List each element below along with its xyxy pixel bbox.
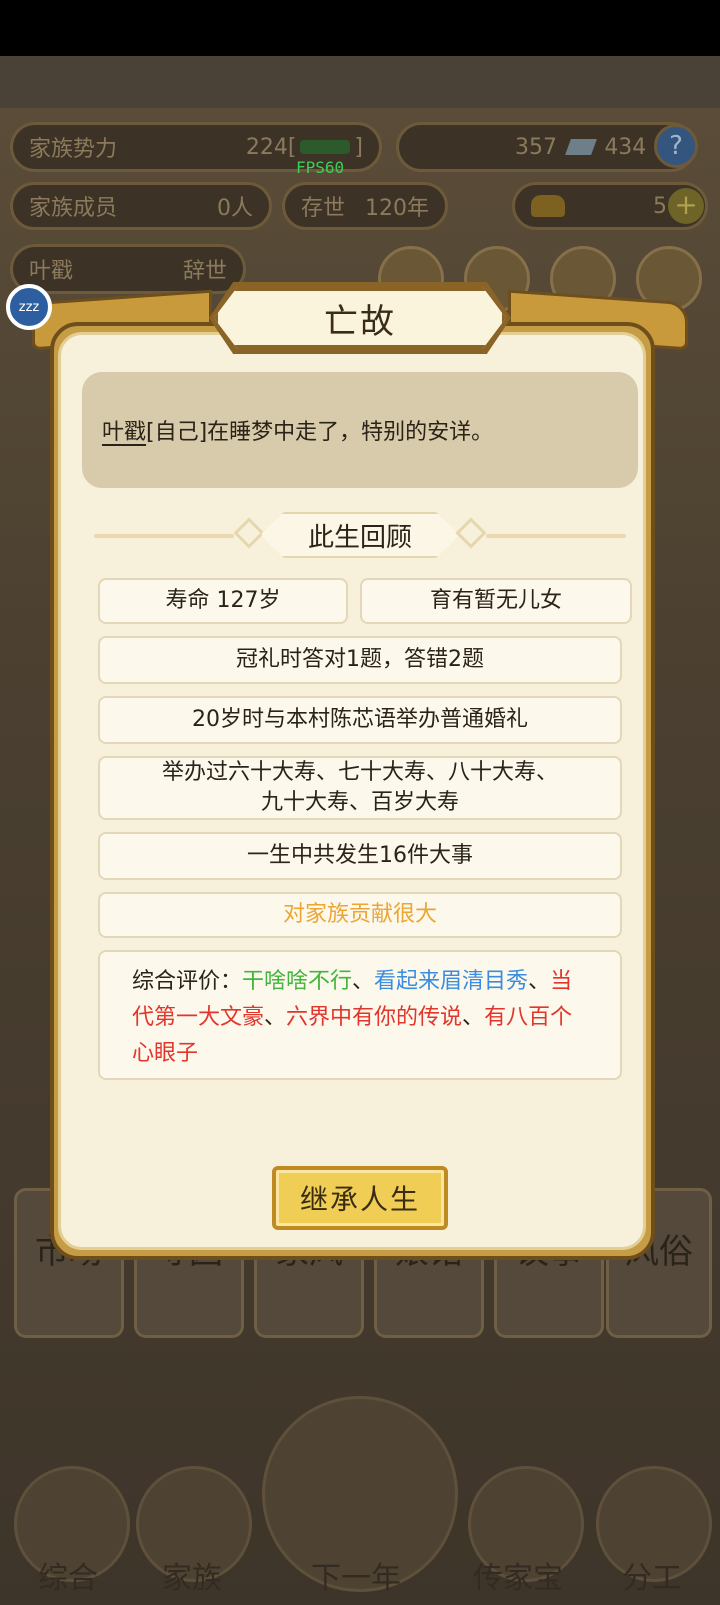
eval-separator: 、	[462, 1005, 485, 1030]
silver-value: 357	[515, 134, 557, 160]
help-button[interactable]: ?	[654, 124, 698, 168]
sleep-badge: zzz	[6, 284, 52, 330]
nav-division[interactable]: 分工	[592, 1553, 712, 1597]
birthdays-line-1: 举办过六十大寿、七十大寿、八十大寿、	[161, 760, 558, 785]
eval-separator: 、	[352, 969, 375, 994]
header-divider-left	[94, 534, 234, 538]
nav-next-year[interactable]: 下一年	[296, 1553, 416, 1597]
gold-ingot-icon	[531, 195, 565, 217]
birthdays-card: 举办过六十大寿、七十大寿、八十大寿、 九十大寿、百岁大寿	[98, 756, 622, 820]
nav-family[interactable]: 家族	[132, 1553, 252, 1597]
eval-separator: 、	[264, 1005, 287, 1030]
inherit-life-button[interactable]: 继承人生	[272, 1166, 448, 1230]
death-message-text: [自己]在睡梦中走了，特别的安详。	[146, 420, 494, 445]
clan-power-bar	[300, 139, 351, 154]
person-name: 叶戳	[29, 259, 74, 284]
life-review-title: 此生回顾	[260, 512, 460, 558]
eval-label: 综合评价：	[132, 969, 243, 994]
members-panel: 家族成员 0人	[10, 182, 272, 230]
nav-heirloom[interactable]: 传家宝	[458, 1553, 578, 1597]
generations-panel: 存世 120年	[282, 182, 448, 230]
clan-power-suffix: ]	[354, 134, 363, 160]
generations-label: 存世	[301, 196, 346, 221]
eval-trait-4: 六界中有你的传说	[286, 1005, 463, 1030]
clan-power-label: 家族势力	[29, 137, 118, 162]
members-value: 0人	[217, 196, 253, 221]
add-gold-button[interactable]: +	[668, 188, 704, 224]
clan-power-value: 224[	[245, 134, 297, 160]
death-message: 叶戳 [自己]在睡梦中走了，特别的安详。	[82, 372, 638, 488]
dialog-title: 亡故	[214, 287, 506, 349]
children-card: 育有暂无儿女	[360, 578, 632, 624]
header-ornament-right	[455, 517, 487, 549]
life-review-header: 此生回顾	[94, 512, 626, 558]
coin-value: 434	[604, 134, 647, 160]
eval-separator: 、	[528, 969, 551, 994]
person-panel: 叶戳 辞世	[10, 244, 246, 294]
silver-icon	[564, 139, 597, 155]
deceased-name[interactable]: 叶戳	[102, 414, 146, 446]
header-divider-right	[486, 534, 626, 538]
capping-ceremony-card: 冠礼时答对1题，答错2题	[98, 636, 622, 684]
birthdays-line-2: 九十大寿、百岁大寿	[260, 790, 459, 815]
events-card: 一生中共发生16件大事	[98, 832, 622, 880]
nav-overview[interactable]: 综合	[8, 1553, 128, 1597]
overall-evaluation: 综合评价：干啥啥不行、看起来眉清目秀、当代第一大文豪、六界中有你的传说、有八百个…	[98, 950, 622, 1080]
status-bar	[0, 0, 720, 56]
person-status: 辞世	[182, 259, 227, 284]
members-label: 家族成员	[29, 196, 118, 221]
wedding-card: 20岁时与本村陈芯语举办普通婚礼	[98, 696, 622, 744]
currency-panel: 357 434	[396, 122, 696, 172]
generations-value: 120年	[365, 196, 429, 221]
header-ornament-left	[233, 517, 265, 549]
contribution-card: 对家族贡献很大	[98, 892, 622, 938]
app-header-bar	[0, 56, 720, 108]
lifespan-card: 寿命 127岁	[98, 578, 348, 624]
eval-trait-1: 干啥啥不行	[242, 969, 353, 994]
fps-counter: FPS60	[296, 158, 345, 177]
eval-trait-2: 看起来眉清目秀	[374, 969, 529, 994]
